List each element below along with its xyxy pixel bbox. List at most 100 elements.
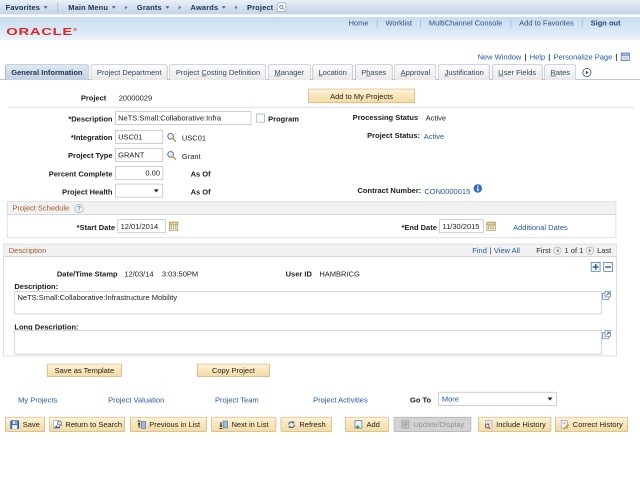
return-to-search-button[interactable]: Return to Search bbox=[49, 417, 125, 432]
chevron-down-icon bbox=[112, 6, 116, 9]
refresh-button[interactable]: Refresh bbox=[281, 417, 332, 432]
personalize-page-link[interactable]: Personalize Page bbox=[553, 53, 612, 62]
start-date-input[interactable] bbox=[118, 219, 166, 233]
last-row-icon[interactable] bbox=[586, 246, 595, 255]
tab-label: Justification bbox=[445, 68, 484, 77]
tab-user-fields[interactable]: User Fields bbox=[492, 64, 542, 80]
chevron-down-icon bbox=[222, 6, 226, 9]
view-all-link[interactable]: View All bbox=[494, 246, 520, 255]
tab-general-information[interactable]: General Information bbox=[5, 64, 89, 80]
header-link-multichannel-console[interactable]: MultiChannel Console bbox=[429, 19, 502, 28]
tab-rates[interactable]: Rates bbox=[544, 64, 576, 80]
header-link-divider bbox=[420, 19, 421, 27]
end-date-calendar-icon[interactable] bbox=[486, 221, 496, 231]
user-id-label: User ID bbox=[286, 269, 312, 278]
new-window-link[interactable]: New Window bbox=[478, 53, 522, 62]
add-icon bbox=[354, 420, 363, 429]
description-section-title: Description bbox=[9, 246, 47, 255]
description-text-label: Description: bbox=[14, 282, 58, 291]
header-link-home[interactable]: Home bbox=[349, 19, 369, 28]
program-checkbox[interactable] bbox=[256, 114, 265, 123]
integration-input[interactable] bbox=[115, 130, 163, 144]
header-link-worklist[interactable]: Worklist bbox=[385, 19, 412, 28]
breadcrumb-item-project[interactable]: Project bbox=[247, 3, 273, 12]
tab-strip: General Information Project Department P… bbox=[5, 64, 592, 80]
project-health-select[interactable] bbox=[115, 184, 163, 198]
tab-label: Approval bbox=[401, 68, 431, 77]
integration-lookup-icon[interactable] bbox=[166, 132, 177, 143]
breadcrumb-favorites[interactable]: Favorites bbox=[6, 3, 48, 12]
delete-row-button[interactable] bbox=[603, 262, 613, 272]
header-link-add-to-favorites[interactable]: Add to Favorites bbox=[519, 19, 574, 28]
chevron-right-icon bbox=[179, 5, 182, 9]
help-link[interactable]: Help bbox=[530, 53, 545, 62]
page-link-divider: | bbox=[524, 53, 526, 62]
description-input[interactable] bbox=[115, 111, 251, 125]
project-valuation-link[interactable]: Project Valuation bbox=[108, 396, 164, 405]
project-type-input[interactable] bbox=[115, 148, 163, 162]
copy-url-icon[interactable] bbox=[621, 53, 630, 62]
project-activities-link[interactable]: Project Activities bbox=[313, 396, 368, 405]
integration-desc: USC01 bbox=[182, 134, 206, 143]
save-icon bbox=[10, 420, 19, 429]
first-row-icon[interactable] bbox=[553, 246, 562, 255]
breadcrumb-divider bbox=[58, 3, 59, 12]
correct-history-button[interactable]: Correct History bbox=[555, 417, 628, 432]
breadcrumb-project-label: Project bbox=[247, 3, 273, 12]
tab-location[interactable]: Location bbox=[312, 64, 353, 80]
breadcrumb-search-icon[interactable] bbox=[277, 3, 286, 12]
goto-select[interactable]: More bbox=[438, 392, 557, 406]
include-history-button[interactable]: Include History bbox=[478, 417, 551, 432]
breadcrumb-main-menu-label: Main Menu bbox=[68, 3, 108, 12]
breadcrumb-item-awards[interactable]: Awards bbox=[191, 3, 226, 12]
percent-complete-input[interactable] bbox=[115, 166, 163, 180]
project-status-link[interactable]: Active bbox=[424, 132, 444, 141]
description-expand-icon[interactable] bbox=[602, 291, 611, 300]
project-type-label: Project Type bbox=[0, 151, 113, 160]
breadcrumb-favorites-label: Favorites bbox=[6, 3, 40, 12]
end-date-input[interactable] bbox=[439, 219, 483, 233]
first-label: First bbox=[536, 246, 551, 255]
description-textarea[interactable]: NeTS:Small:Collaborative:Infrastructure … bbox=[14, 291, 602, 314]
tab-approval[interactable]: Approval bbox=[394, 64, 436, 80]
additional-dates-link[interactable]: Additional Dates bbox=[513, 223, 568, 232]
tab-project-costing-definition[interactable]: Project Costing Definition bbox=[170, 64, 267, 80]
long-description-textarea[interactable] bbox=[14, 330, 602, 354]
tab-phases[interactable]: Phases bbox=[355, 64, 393, 80]
tab-project-department[interactable]: Project Department bbox=[91, 64, 168, 80]
copy-project-button[interactable]: Copy Project bbox=[197, 364, 270, 377]
contract-info-icon[interactable] bbox=[473, 184, 482, 193]
breadcrumb-item-grants[interactable]: Grants bbox=[137, 3, 169, 12]
include-history-icon bbox=[484, 420, 493, 429]
my-projects-link[interactable]: My Projects bbox=[18, 396, 57, 405]
contract-number-link[interactable]: CON0000015 bbox=[424, 187, 470, 196]
find-link[interactable]: Find bbox=[472, 246, 487, 255]
start-date-calendar-icon[interactable] bbox=[169, 221, 179, 231]
previous-in-list-button[interactable]: Previous in List bbox=[130, 417, 207, 432]
save-button[interactable]: Save bbox=[5, 417, 45, 432]
add-button-label: Add bbox=[366, 420, 379, 429]
long-description-expand-icon[interactable] bbox=[602, 330, 611, 339]
show-following-tabs-icon[interactable] bbox=[582, 68, 592, 78]
chevron-down-icon bbox=[154, 189, 159, 192]
add-to-my-projects-button[interactable]: Add to My Projects bbox=[308, 89, 415, 103]
project-type-lookup-icon[interactable] bbox=[166, 150, 177, 161]
help-icon[interactable]: ? bbox=[74, 203, 83, 212]
tab-manager[interactable]: Manager bbox=[268, 64, 310, 80]
header-link-sign-out[interactable]: Sign out bbox=[591, 19, 621, 28]
add-row-button[interactable] bbox=[591, 262, 601, 272]
add-button[interactable]: Add bbox=[345, 417, 389, 432]
date-value: 12/03/14 bbox=[124, 269, 153, 278]
save-button-label: Save bbox=[23, 420, 40, 429]
tab-justification[interactable]: Justification bbox=[438, 64, 490, 80]
contract-number-label: Contract Number: bbox=[300, 186, 421, 195]
breadcrumb-main-menu[interactable]: Main Menu bbox=[68, 3, 115, 12]
row-position: 1 of 1 bbox=[565, 246, 584, 255]
tab-label: Project Department bbox=[97, 68, 162, 77]
previous-in-list-label: Previous in List bbox=[149, 420, 200, 429]
find-divider: | bbox=[489, 246, 491, 255]
save-as-template-button[interactable]: Save as Template bbox=[47, 364, 122, 377]
next-in-list-button[interactable]: Next in List bbox=[211, 417, 276, 432]
registered-mark: ® bbox=[73, 28, 77, 32]
project-team-link[interactable]: Project Team bbox=[215, 396, 259, 405]
